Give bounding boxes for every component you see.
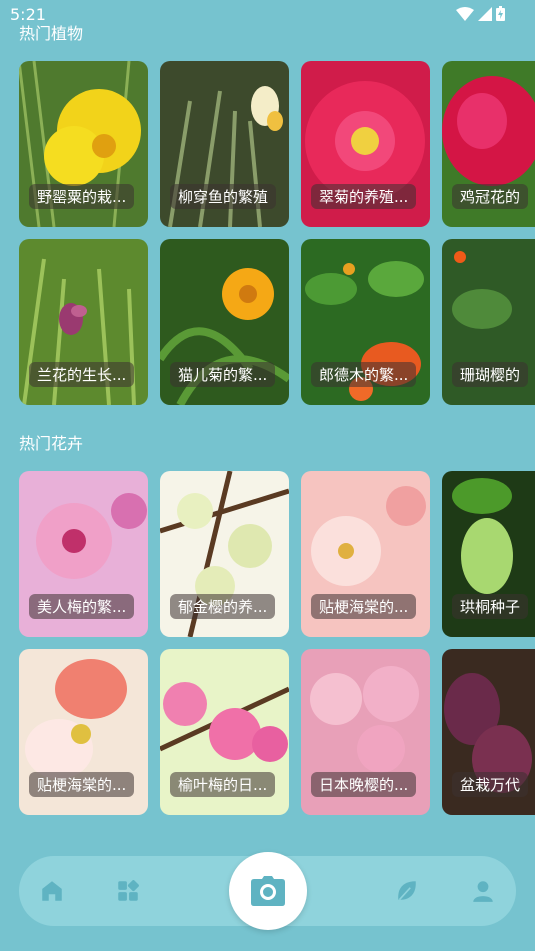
- battery-icon: [496, 6, 505, 21]
- leaf-icon[interactable]: [394, 878, 420, 904]
- plant-card[interactable]: 珊瑚樱的: [442, 239, 535, 405]
- section-title-plants: 热门植物: [19, 24, 84, 43]
- card-caption: 猫儿菊的繁...: [170, 362, 276, 387]
- wifi-icon: [456, 6, 474, 21]
- plant-card[interactable]: 野罂粟的栽...: [19, 61, 148, 227]
- card-caption: 翠菊的养殖...: [311, 184, 417, 209]
- plant-card[interactable]: 猫儿菊的繁...: [160, 239, 289, 405]
- card-caption: 珙桐种子: [452, 594, 529, 619]
- card-caption: 贴梗海棠的...: [29, 772, 135, 797]
- plant-card[interactable]: 鸡冠花的: [442, 61, 535, 227]
- apps-icon[interactable]: [115, 878, 141, 904]
- flower-card[interactable]: 贴梗海棠的...: [301, 471, 430, 637]
- plant-card[interactable]: 郎德木的繁...: [301, 239, 430, 405]
- card-caption: 贴梗海棠的...: [311, 594, 417, 619]
- card-caption: 鸡冠花的: [452, 184, 529, 209]
- card-caption: 美人梅的繁...: [29, 594, 135, 619]
- camera-icon: [251, 876, 285, 906]
- flowers-grid: 美人梅的繁... 郁金樱的养... 贴梗海棠的... 珙桐种子 贴梗海棠的...…: [19, 471, 535, 827]
- signal-icon: [478, 6, 492, 21]
- home-icon[interactable]: [39, 878, 65, 904]
- flower-card[interactable]: 盆栽万代: [442, 649, 535, 815]
- section-title-flowers: 热门花卉: [19, 434, 84, 453]
- flower-card[interactable]: 日本晚樱的...: [301, 649, 430, 815]
- flower-card[interactable]: 贴梗海棠的...: [19, 649, 148, 815]
- flower-card[interactable]: 美人梅的繁...: [19, 471, 148, 637]
- plant-card[interactable]: 柳穿鱼的繁殖: [160, 61, 289, 227]
- flower-card[interactable]: 榆叶梅的日...: [160, 649, 289, 815]
- plant-card[interactable]: 兰花的生长...: [19, 239, 148, 405]
- card-caption: 盆栽万代: [452, 772, 529, 797]
- card-caption: 兰花的生长...: [29, 362, 135, 387]
- card-caption: 日本晚樱的...: [311, 772, 417, 797]
- card-caption: 野罂粟的栽...: [29, 184, 135, 209]
- card-caption: 郎德木的繁...: [311, 362, 417, 387]
- card-caption: 柳穿鱼的繁殖: [170, 184, 277, 209]
- flower-card[interactable]: 珙桐种子: [442, 471, 535, 637]
- camera-button[interactable]: [229, 852, 307, 930]
- status-icons: [456, 6, 505, 21]
- plants-grid: 野罂粟的栽... 柳穿鱼的繁殖 翠菊的养殖... 鸡冠花的 兰花的生长... 猫…: [19, 61, 535, 417]
- plant-card[interactable]: 翠菊的养殖...: [301, 61, 430, 227]
- profile-icon[interactable]: [470, 878, 496, 904]
- card-caption: 榆叶梅的日...: [170, 772, 276, 797]
- flower-card[interactable]: 郁金樱的养...: [160, 471, 289, 637]
- card-caption: 郁金樱的养...: [170, 594, 276, 619]
- card-caption: 珊瑚樱的: [452, 362, 529, 387]
